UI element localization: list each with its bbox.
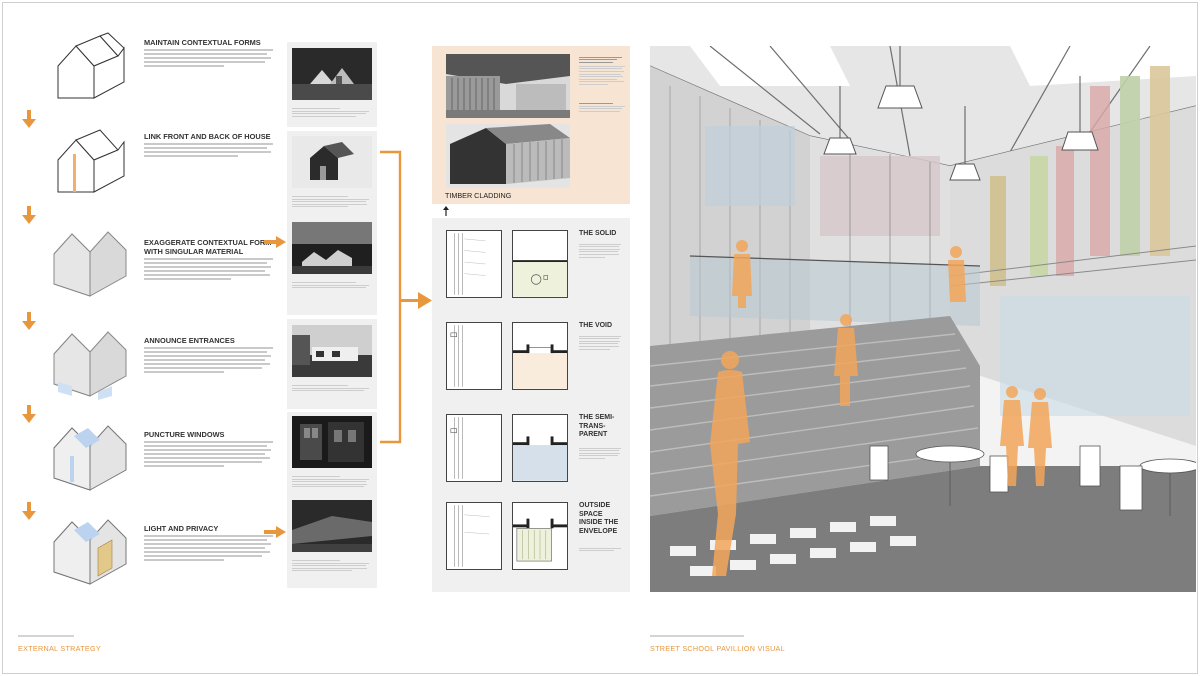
step-body-text [144, 441, 278, 467]
wall-section-drawing [446, 414, 502, 482]
house-with-entrances-icon [53, 331, 127, 400]
building-photo [292, 500, 372, 552]
right-arrow-icon [264, 526, 286, 538]
building-photo [292, 416, 372, 468]
house-with-link-icon [57, 129, 125, 193]
step-title: MAINTAIN CONTEXTUAL FORMS [144, 38, 261, 47]
building-photo [292, 222, 372, 274]
plan-drawing [512, 414, 568, 482]
step-title: ANNOUNCE ENTRANCES [144, 336, 235, 345]
plan-drawing [512, 502, 568, 570]
wall-section-drawing [446, 230, 502, 298]
precedent-photo [292, 222, 372, 290]
step-body-text [144, 258, 278, 280]
building-photo [292, 325, 372, 377]
precedent-photo [292, 500, 372, 573]
house-with-screen-icon [53, 519, 127, 585]
exaggerated-roof-house-icon [53, 231, 127, 297]
precedent-photo [292, 48, 372, 118]
timber-building-render [446, 54, 570, 118]
down-arrow-icon [22, 206, 36, 224]
footer-subtitle-right [650, 635, 744, 637]
step-title: EXAGGERATE CONTEXTUAL FORM WITH SINGULAR… [144, 238, 272, 256]
step-body-text [144, 49, 278, 67]
detail-row-title: OUTSIDE SPACE INSIDE THE ENVELOPE [579, 502, 619, 535]
down-arrow-icon [22, 110, 36, 128]
plan-drawing [512, 230, 568, 298]
precedent-photo [292, 136, 372, 209]
footer-title-right: STREET SCHOOL PAVILLION VISUAL [650, 644, 785, 653]
building-photo [292, 48, 372, 100]
down-arrow-icon [22, 502, 36, 520]
step-title: LINK FRONT AND BACK OF HOUSE [144, 132, 271, 141]
down-arrow-icon [22, 312, 36, 330]
footer-subtitle-left [18, 635, 74, 637]
step-body-text [144, 535, 278, 561]
detail-row-solid: THE SOLID [446, 230, 626, 300]
down-arrow-icon [22, 405, 36, 423]
timber-note [579, 55, 627, 113]
pavilion-interior-visual [650, 46, 1196, 592]
step-title: LIGHT AND PRIVACY [144, 524, 219, 533]
right-arrow-icon [264, 236, 286, 248]
detail-row-title: THE VOID [579, 322, 613, 329]
detail-row-void: THE VOID [446, 322, 626, 392]
timber-building-render [446, 124, 570, 188]
detail-row-outside-space: OUTSIDE SPACE INSIDE THE ENVELOPE [446, 502, 626, 572]
bracket-connector [380, 150, 432, 444]
twin-gable-house-icon [57, 32, 125, 99]
timber-cladding-label: TIMBER CLADDING [445, 191, 512, 200]
footer-title-left: EXTERNAL STRATEGY [18, 644, 101, 653]
step-title: PUNCTURE WINDOWS [144, 430, 225, 439]
precedent-photo [292, 416, 372, 489]
step-body-text [144, 347, 278, 373]
wall-section-drawing [446, 502, 502, 570]
plan-drawing [512, 322, 568, 390]
detail-row-title: THE SOLID [579, 230, 617, 237]
detail-row-semi-transparent: THE SEMI-TRANS-PARENT [446, 414, 626, 484]
building-photo [292, 136, 372, 188]
step-body-text [144, 143, 278, 157]
detail-row-title: THE SEMI-TRANS-PARENT [579, 414, 615, 438]
precedent-photo [292, 325, 372, 393]
house-with-windows-icon [53, 425, 127, 491]
wall-section-drawing [446, 322, 502, 390]
up-arrow-icon [443, 206, 449, 216]
